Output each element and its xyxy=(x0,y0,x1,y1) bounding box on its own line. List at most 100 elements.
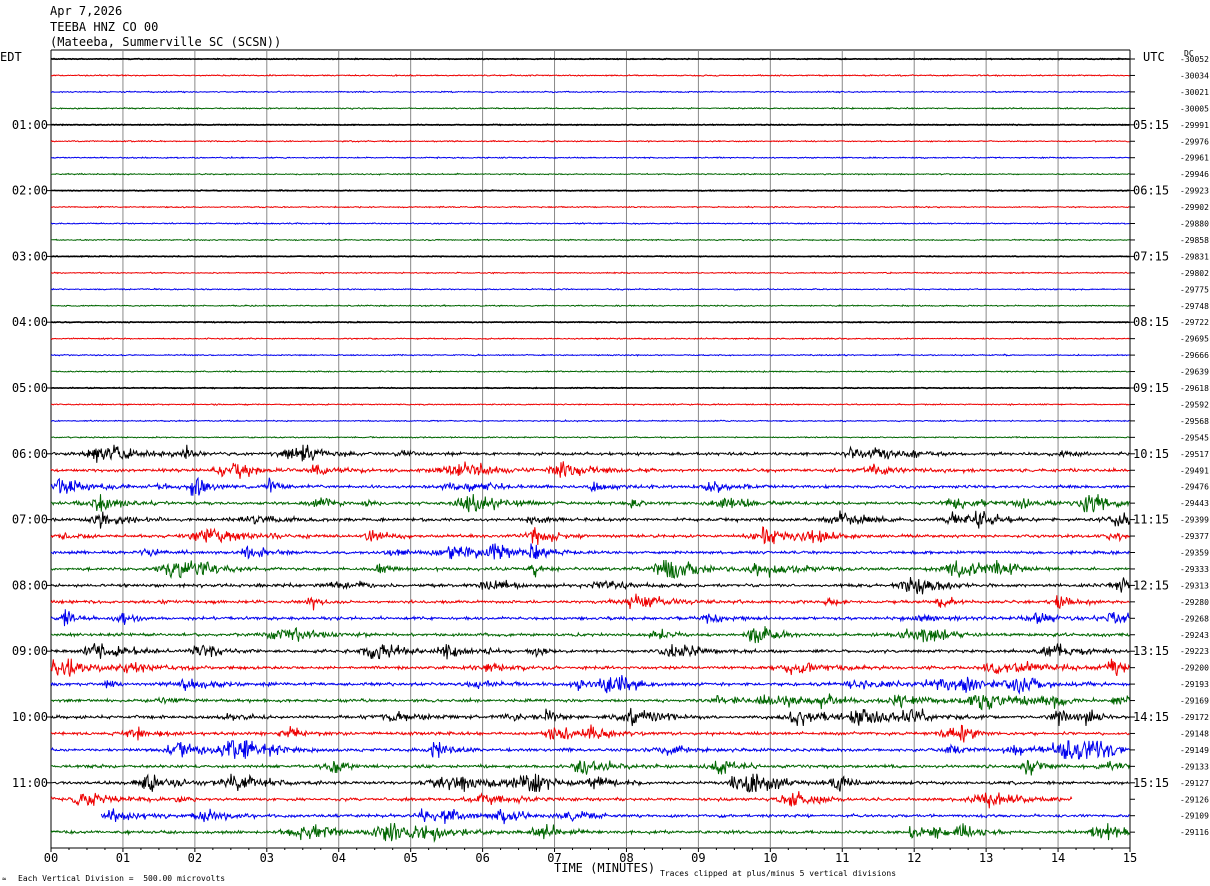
trace-line xyxy=(50,759,1130,776)
dc-offset-label: -29831 xyxy=(1180,252,1209,261)
x-tick-label: 13 xyxy=(979,851,993,865)
dc-offset-label: -29695 xyxy=(1180,335,1209,344)
right-hour-label: 10:15 xyxy=(1133,447,1169,461)
x-tick-label: 01 xyxy=(116,851,130,865)
trace-line xyxy=(50,461,1130,479)
trace-line xyxy=(50,271,1130,275)
right-hour-label: 11:15 xyxy=(1133,513,1169,527)
left-hour-label: 09:00 xyxy=(12,644,48,658)
dc-offset-label: -29399 xyxy=(1180,516,1209,525)
dc-offset-label: -29748 xyxy=(1180,302,1209,311)
trace-line xyxy=(50,106,1130,110)
dc-offset-label: -29858 xyxy=(1180,236,1209,245)
trace-line xyxy=(100,808,1130,825)
dc-offset-label: -29377 xyxy=(1180,532,1209,541)
trace-line xyxy=(50,402,1130,407)
dc-offset-label: -30005 xyxy=(1180,104,1209,113)
dc-offset-label: -29443 xyxy=(1180,499,1209,508)
trace-line xyxy=(50,494,1130,513)
right-hour-label: 08:15 xyxy=(1133,315,1169,329)
dc-offset-label: -29223 xyxy=(1180,647,1209,656)
left-hour-label: 02:00 xyxy=(12,184,48,198)
trace-line xyxy=(50,476,1130,496)
trace-line xyxy=(51,773,1130,793)
trace-line xyxy=(50,526,1130,546)
left-hour-label: 11:00 xyxy=(12,776,48,790)
seismogram-plot: 00 01 02 03 04 05 06 07 08 09 10 11 12 13 14 15 -30052 -3… xyxy=(12,49,1209,865)
x-tick-label: 05 xyxy=(403,851,417,865)
dc-offset-label: -29193 xyxy=(1180,680,1209,689)
dc-offset-label: -29666 xyxy=(1180,351,1209,360)
trace-line xyxy=(50,593,1130,611)
x-tick-label: 07 xyxy=(547,851,561,865)
dc-offset-label: -30021 xyxy=(1180,88,1209,97)
dc-offset-label: -29280 xyxy=(1180,598,1209,607)
right-hour-label: 05:15 xyxy=(1133,118,1169,132)
trace-line xyxy=(50,707,1130,727)
dc-offset-label: -29243 xyxy=(1180,631,1209,640)
dc-offset-label: -29722 xyxy=(1180,318,1209,327)
x-tick-label: 04 xyxy=(332,851,346,865)
right-hour-label: 15:15 xyxy=(1133,776,1169,790)
trace-line xyxy=(50,337,1130,341)
trace-line xyxy=(50,543,1130,560)
x-tick-label: 11 xyxy=(835,851,849,865)
trace-line xyxy=(50,205,1130,209)
trace-line xyxy=(50,576,1130,595)
trace-line xyxy=(50,123,1131,127)
trace-line xyxy=(51,254,1130,258)
trace-line xyxy=(50,320,1130,324)
left-hour-label: 03:00 xyxy=(12,249,48,263)
dc-offset-label: -29923 xyxy=(1180,187,1209,196)
dc-offset-label: -29313 xyxy=(1180,581,1209,590)
trace-line xyxy=(50,435,1130,439)
x-tick-label: 14 xyxy=(1051,851,1065,865)
dc-offset-label: -29476 xyxy=(1180,483,1209,492)
dc-offset-label: -29172 xyxy=(1180,713,1209,722)
dc-offset-label: -29592 xyxy=(1180,400,1209,409)
left-hour-label: 05:00 xyxy=(12,381,48,395)
x-tick-label: 12 xyxy=(907,851,921,865)
trace-line xyxy=(50,675,1130,695)
x-tick-label: 02 xyxy=(188,851,202,865)
trace-line xyxy=(50,353,1130,357)
trace-line xyxy=(50,559,1130,580)
trace-line xyxy=(51,238,1130,242)
dc-offset-label: -29545 xyxy=(1180,433,1209,442)
dc-offset-label: -29961 xyxy=(1180,154,1209,163)
dc-offset-label: -29127 xyxy=(1180,779,1209,788)
left-hour-label: 10:00 xyxy=(12,710,48,724)
dc-offset-label: -30052 xyxy=(1180,55,1209,64)
dc-offset-label: -29802 xyxy=(1180,269,1209,278)
left-hour-label: 06:00 xyxy=(12,447,48,461)
trace-line xyxy=(50,304,1130,308)
dc-offset-label: -29775 xyxy=(1180,285,1209,294)
trace-line xyxy=(51,73,1130,77)
dc-offset-label: -29169 xyxy=(1180,697,1209,706)
trace-line xyxy=(50,823,1130,844)
trace-line xyxy=(50,90,1130,94)
dc-offset-label: -29200 xyxy=(1180,664,1209,673)
left-hour-label: 04:00 xyxy=(12,315,48,329)
dc-offset-label: -29149 xyxy=(1180,746,1209,755)
x-tick-label: 00 xyxy=(44,851,58,865)
left-hour-label: 07:00 xyxy=(12,513,48,527)
trace-line xyxy=(50,369,1130,374)
x-tick-label: 08 xyxy=(619,851,633,865)
trace-line xyxy=(50,287,1130,291)
dc-offset-label: -29491 xyxy=(1180,466,1209,475)
right-hour-label: 14:15 xyxy=(1133,710,1169,724)
dc-offset-label: -29618 xyxy=(1180,384,1209,393)
left-hour-label: 01:00 xyxy=(12,118,48,132)
trace-line xyxy=(50,658,1130,677)
trace-line xyxy=(50,221,1130,226)
dc-offset-label: -29148 xyxy=(1180,729,1209,738)
dc-offset-label: -29517 xyxy=(1180,450,1209,459)
trace-line xyxy=(50,609,1130,627)
trace-line xyxy=(50,791,1073,809)
trace-line xyxy=(50,419,1130,423)
trace-line xyxy=(50,155,1130,160)
dc-offset-label: -29268 xyxy=(1180,614,1209,623)
dc-offset-label: -29880 xyxy=(1180,220,1209,229)
x-tick-label: 03 xyxy=(260,851,274,865)
